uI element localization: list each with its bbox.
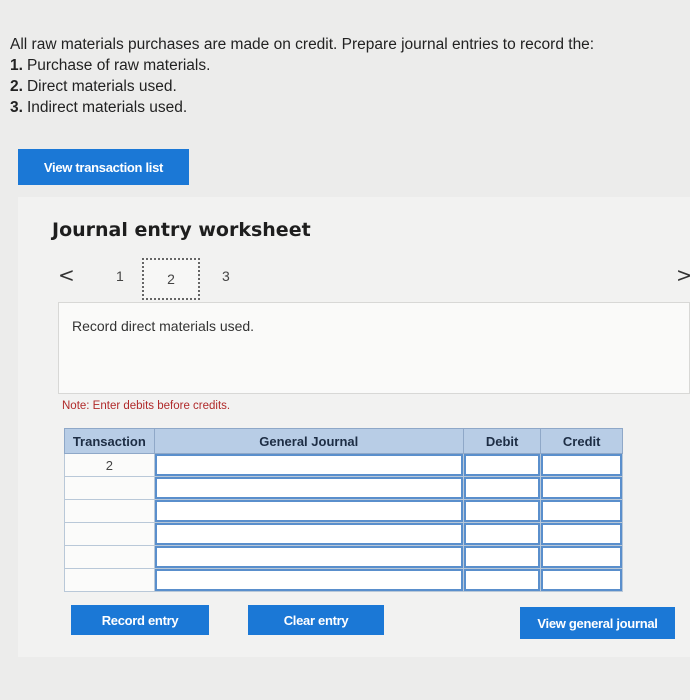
credit-input[interactable] xyxy=(540,476,623,500)
table-row xyxy=(64,522,623,546)
transaction-cell xyxy=(64,545,155,569)
journal-table: Transaction General Journal Debit Credit… xyxy=(64,428,623,592)
item-number: 2. xyxy=(10,78,23,95)
table-row xyxy=(64,545,623,569)
entry-note: Note: Enter debits before credits. xyxy=(62,400,231,412)
transaction-cell xyxy=(64,522,155,546)
header-general-journal: General Journal xyxy=(153,428,464,454)
step-description: Record direct materials used. xyxy=(72,318,255,334)
item-text: Indirect materials used. xyxy=(26,99,188,116)
header-credit: Credit xyxy=(540,428,623,454)
instruction-item-3: 3. Indirect materials used. xyxy=(10,97,594,118)
item-number: 3. xyxy=(10,99,23,116)
header-debit: Debit xyxy=(462,428,542,454)
debit-input[interactable] xyxy=(462,476,542,500)
account-input[interactable] xyxy=(153,522,464,546)
debit-input[interactable] xyxy=(462,499,542,523)
transaction-cell: 2 xyxy=(64,453,155,477)
debit-input[interactable] xyxy=(462,545,542,569)
account-input[interactable] xyxy=(153,545,464,569)
credit-input[interactable] xyxy=(540,545,623,569)
instructions: All raw materials purchases are made on … xyxy=(10,34,594,118)
instruction-item-1: 1. Purchase of raw materials. xyxy=(10,55,594,76)
table-row xyxy=(64,499,623,523)
account-input[interactable] xyxy=(153,453,464,477)
table-row xyxy=(64,476,623,500)
header-transaction: Transaction xyxy=(64,428,155,454)
credit-input[interactable] xyxy=(540,453,623,477)
view-transaction-list-button[interactable]: View transaction list xyxy=(18,149,189,185)
next-arrow-icon[interactable]: > xyxy=(676,263,690,287)
item-text: Direct materials used. xyxy=(26,78,177,95)
item-text: Purchase of raw materials. xyxy=(26,57,211,74)
step-tab-3[interactable]: 3 xyxy=(222,268,230,284)
table-row xyxy=(64,568,623,592)
step-tab-1[interactable]: 1 xyxy=(116,268,124,284)
table-row: 2 xyxy=(64,453,623,477)
debit-input[interactable] xyxy=(462,522,542,546)
record-entry-button[interactable]: Record entry xyxy=(71,605,209,635)
worksheet-title: Journal entry worksheet xyxy=(52,219,311,241)
prev-arrow-icon[interactable]: < xyxy=(58,263,75,287)
instruction-item-2: 2. Direct materials used. xyxy=(10,76,594,97)
step-description-box xyxy=(58,302,690,394)
account-input[interactable] xyxy=(153,568,464,592)
item-number: 1. xyxy=(10,57,23,74)
transaction-cell xyxy=(64,476,155,500)
credit-input[interactable] xyxy=(540,522,623,546)
step-tab-2-active[interactable]: 2 xyxy=(142,258,200,300)
view-general-journal-button[interactable]: View general journal xyxy=(520,607,675,639)
debit-input[interactable] xyxy=(462,568,542,592)
journal-header-row: Transaction General Journal Debit Credit xyxy=(64,428,623,454)
credit-input[interactable] xyxy=(540,499,623,523)
transaction-cell xyxy=(64,499,155,523)
credit-input[interactable] xyxy=(540,568,623,592)
transaction-cell xyxy=(64,568,155,592)
debit-input[interactable] xyxy=(462,453,542,477)
account-input[interactable] xyxy=(153,476,464,500)
account-input[interactable] xyxy=(153,499,464,523)
instructions-lead: All raw materials purchases are made on … xyxy=(10,36,595,53)
clear-entry-button[interactable]: Clear entry xyxy=(248,605,384,635)
